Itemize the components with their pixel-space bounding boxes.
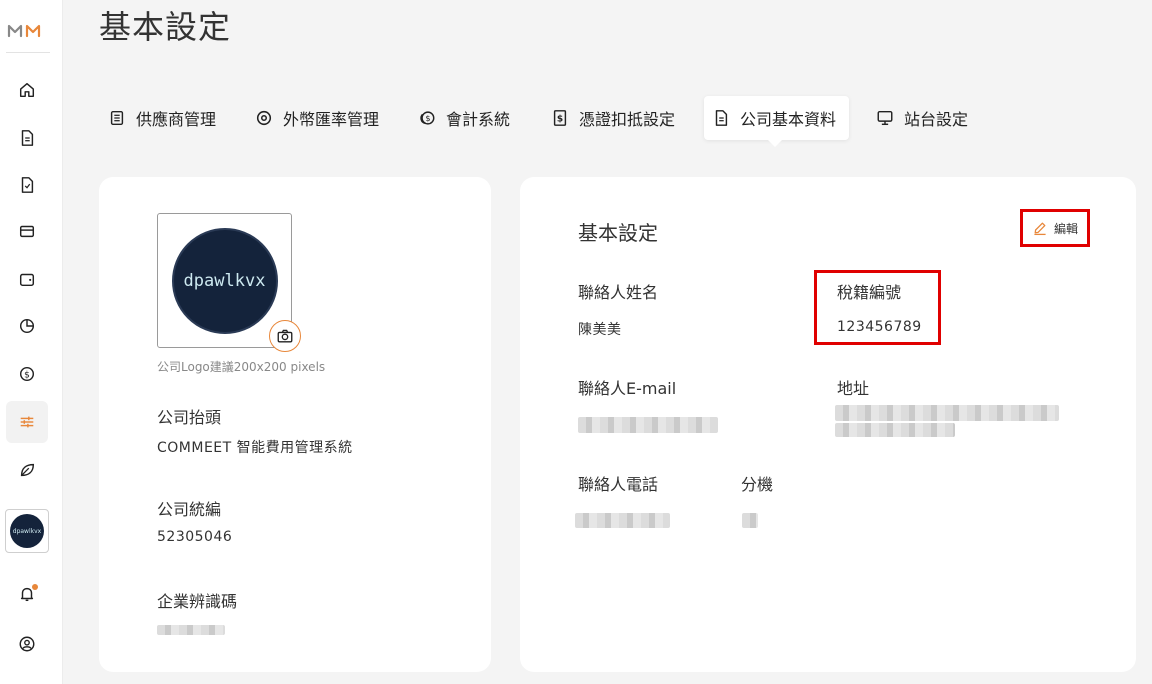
tax-id-value: 52305046 (157, 529, 233, 545)
tab-label: 公司基本資料 (740, 110, 837, 129)
company-header-label: 公司抬頭 (157, 408, 222, 427)
extension-label: 分機 (741, 475, 774, 494)
svg-text:$: $ (24, 371, 30, 381)
svg-text:$: $ (557, 115, 563, 125)
sidebar: $ dpawlkvx (0, 0, 63, 684)
tax-id-label: 公司統編 (157, 500, 222, 519)
card-icon[interactable] (6, 210, 48, 252)
pie-chart-icon[interactable] (6, 305, 48, 347)
wallet-icon[interactable] (6, 258, 48, 300)
bell-icon[interactable] (6, 573, 48, 615)
tab-fx-rates[interactable]: 外幣匯率管理 (247, 96, 387, 140)
pencil-icon (1034, 222, 1046, 236)
tab-label: 站台設定 (904, 110, 969, 129)
settings-sliders-icon[interactable] (6, 401, 48, 443)
receipt-icon[interactable] (6, 164, 48, 206)
tab-label: 外幣匯率管理 (283, 110, 380, 129)
home-icon[interactable] (6, 69, 48, 111)
contact-name-value: 陳美美 (578, 322, 622, 338)
extension-redacted (742, 513, 758, 528)
edit-label: 編輯 (1053, 221, 1078, 236)
tab-label: 會計系統 (446, 110, 511, 129)
address-redacted-line2 (835, 423, 955, 437)
contact-name-label: 聯絡人姓名 (578, 283, 659, 302)
edit-button[interactable]: 編輯 (1020, 209, 1090, 247)
tab-accounting[interactable]: $ 會計系統 (410, 96, 518, 140)
notification-dot (32, 584, 38, 590)
contact-email-label: 聯絡人E-mail (578, 379, 677, 398)
monitor-icon (877, 110, 893, 126)
document-icon[interactable] (6, 117, 48, 159)
currency-circle-icon (256, 110, 272, 126)
logo-hint: 公司Logo建議200x200 pixels (157, 360, 326, 374)
active-tab-pointer (767, 139, 783, 147)
company-header-value: COMMEET 智能費用管理系統 (157, 440, 353, 456)
building-icon (110, 110, 124, 126)
page-title: 基本設定 (99, 8, 232, 46)
tab-label: 憑證扣抵設定 (579, 110, 676, 129)
contact-email-redacted (578, 417, 718, 433)
user-circle-icon[interactable] (6, 623, 48, 665)
tax-reg-label: 稅籍編號 (837, 283, 902, 302)
address-label: 地址 (837, 379, 870, 398)
section-title: 基本設定 (578, 221, 658, 245)
business-id-value-redacted (157, 625, 225, 635)
tab-label: 供應商管理 (136, 110, 217, 129)
tab-site-settings[interactable]: 站台設定 (868, 96, 976, 140)
svg-text:$: $ (425, 113, 430, 123)
avatar-logo: dpawlkvx (10, 514, 44, 548)
tax-reg-value: 123456789 (837, 319, 922, 335)
camera-icon (277, 329, 293, 343)
contact-phone-label: 聯絡人電話 (578, 475, 659, 494)
basic-settings-card: 基本設定 編輯 聯絡人姓名 陳美美 稅籍編號 123456789 聯絡人E-ma… (520, 177, 1136, 672)
upload-logo-button[interactable] (269, 320, 301, 352)
address-redacted-line1 (835, 405, 1059, 421)
tab-company-info[interactable]: 公司基本資料 (704, 96, 849, 140)
tab-suppliers[interactable]: 供應商管理 (100, 96, 224, 140)
company-avatar[interactable]: dpawlkvx (5, 509, 49, 553)
leaf-icon[interactable] (6, 449, 48, 491)
money-icon[interactable]: $ (6, 353, 48, 395)
company-logo: dpawlkvx (171, 227, 278, 334)
tab-voucher-deduction[interactable]: $ 憑證扣抵設定 (543, 96, 683, 140)
coins-icon: $ (420, 111, 435, 125)
sidebar-divider (6, 52, 50, 53)
company-info-card: dpawlkvx 公司Logo建議200x200 pixels 公司抬頭 COM… (99, 177, 491, 672)
business-id-label: 企業辨識碼 (157, 592, 238, 611)
contact-phone-redacted (575, 513, 670, 528)
document-icon (715, 110, 728, 126)
dollar-doc-icon: $ (553, 110, 567, 126)
app-logo[interactable] (6, 18, 50, 42)
